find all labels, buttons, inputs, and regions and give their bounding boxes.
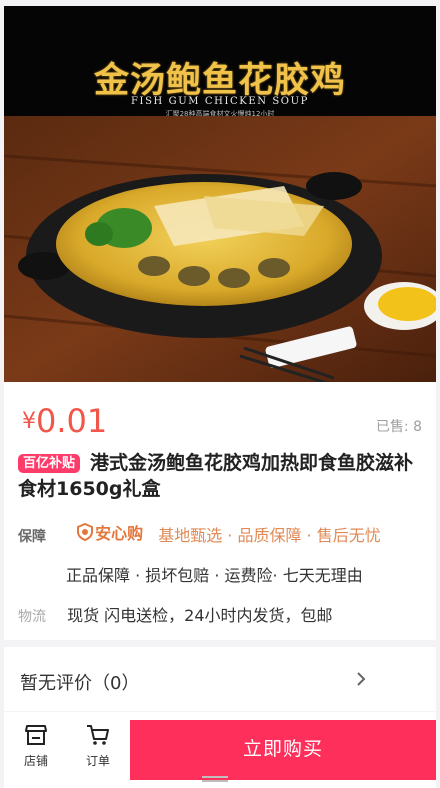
logistics-text: 现货 闪电送检，24小时内发货，包邮 — [67, 606, 333, 625]
chevron-right-icon — [357, 672, 366, 686]
guarantee-row[interactable]: 保障 安心购 基地甄选 · 品质保障 · 售后无忧 — [18, 520, 428, 546]
product-title-block: 百亿补贴 港式金汤鲍鱼花胶鸡加热即食鱼胶滋补食材1650g礼盒 — [18, 450, 424, 502]
subsidy-badge: 百亿补贴 — [18, 454, 81, 473]
logistics-row: 物流 现货 闪电送检，24小时内发货，包邮 — [18, 602, 428, 626]
price: ¥0.01 — [22, 402, 107, 440]
cart-icon — [87, 725, 109, 745]
guarantee-details-text: 正品保障 · 损坏包赔 · 运费险· 七天无理由 — [66, 566, 363, 585]
page: 金汤鲍鱼花胶鸡 FISH GUM CHICKEN SOUP 汇聚28种高端食材文… — [4, 6, 436, 788]
guarantee-highlights: 基地甄选 · 品质保障 · 售后无忧 — [158, 526, 381, 545]
home-indicator[interactable] — [202, 776, 228, 782]
orders-button[interactable]: 订单 — [66, 720, 130, 780]
shield-icon — [77, 523, 94, 541]
guarantee-details: 正品保障 · 损坏包赔 · 运费险· 七天无理由 — [66, 562, 440, 586]
price-value: 0.01 — [36, 402, 108, 440]
shop-icon — [25, 725, 47, 745]
reviews-label: 暂无评价（0） — [20, 673, 140, 694]
product-hero-image[interactable]: 金汤鲍鱼花胶鸡 FISH GUM CHICKEN SOUP 汇聚28种高端食材文… — [4, 6, 436, 382]
anxin-brand: 安心购 — [77, 520, 143, 544]
product-info-card: ¥0.01 已售: 8 百亿补贴 港式金汤鲍鱼花胶鸡加热即食鱼胶滋补食材1650g… — [4, 382, 436, 640]
sold-count: 已售: 8 — [375, 419, 422, 435]
logistics-label: 物流 — [18, 609, 46, 625]
orders-label: 订单 — [85, 754, 110, 768]
guarantee-label: 保障 — [18, 529, 46, 545]
reviews-row[interactable]: 暂无评价（0） — [4, 647, 436, 711]
price-currency: ¥ — [22, 409, 36, 434]
buy-now-button[interactable]: 立即购买 — [130, 720, 436, 780]
shop-label: 店铺 — [23, 754, 48, 768]
soup-pot-photo — [4, 116, 436, 382]
anxin-brand-label: 安心购 — [95, 524, 144, 543]
hero-subtitle-en: FISH GUM CHICKEN SOUP — [131, 96, 309, 107]
shop-button[interactable]: 店铺 — [4, 720, 68, 780]
